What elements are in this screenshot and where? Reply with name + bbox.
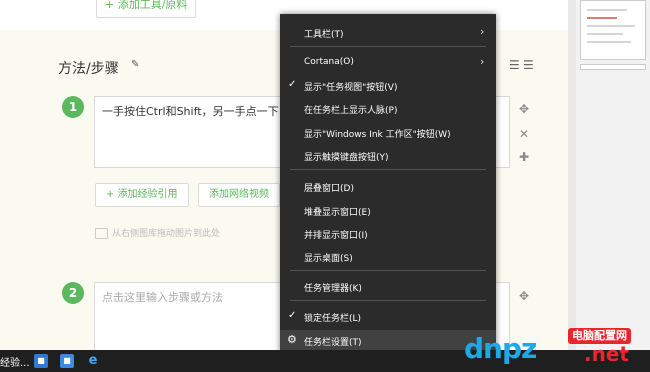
menu-separator bbox=[290, 46, 486, 47]
watermark-brand: dnpz bbox=[464, 332, 537, 365]
menu-item-lock-taskbar[interactable]: ✓ 锁定任务栏(L) bbox=[280, 306, 496, 326]
menu-item-label: 锁定任务栏(L) bbox=[304, 314, 362, 324]
menu-item-label: 并排显示窗口(I) bbox=[304, 231, 368, 241]
add-experience-button[interactable]: + 添加经验引用 bbox=[95, 183, 189, 207]
image-thumbnail[interactable] bbox=[580, 64, 646, 70]
add-step-icon[interactable]: ✚ bbox=[517, 150, 531, 164]
image-drop-hint: 从右侧图库拖动图片到此处 bbox=[95, 226, 220, 239]
menu-item-label: 显示触摸键盘按钮(Y) bbox=[304, 153, 389, 163]
menu-item-label: 工具栏(T) bbox=[304, 30, 344, 40]
checkmark-icon: ✓ bbox=[288, 310, 297, 321]
move-icon[interactable]: ✥ bbox=[517, 102, 531, 116]
menu-separator bbox=[290, 300, 486, 301]
menu-item-label: 堆叠显示窗口(E) bbox=[304, 208, 371, 218]
menu-item-toolbars[interactable]: 工具栏(T) › bbox=[280, 22, 496, 42]
step-number-2: 2 bbox=[62, 282, 84, 304]
menu-item-task-view-button[interactable]: ✓ 显示"任务视图"按钮(V) bbox=[280, 75, 496, 95]
move-icon[interactable]: ✥ bbox=[517, 289, 531, 303]
list-view-icon[interactable]: ☰ bbox=[509, 58, 520, 72]
image-icon bbox=[95, 228, 108, 239]
menu-item-show-desktop[interactable]: 显示桌面(S) bbox=[280, 246, 496, 266]
menu-item-touch-keyboard[interactable]: 显示触摸键盘按钮(Y) bbox=[280, 145, 496, 165]
gear-icon: ⚙ bbox=[287, 333, 297, 346]
watermark-domain: .net bbox=[584, 342, 629, 366]
menu-item-label: Cortana(O) bbox=[304, 57, 354, 67]
step-number-1: 1 bbox=[62, 96, 84, 118]
menu-item-label: 显示桌面(S) bbox=[304, 254, 353, 264]
page-scrollbar[interactable] bbox=[568, 0, 576, 350]
menu-separator bbox=[290, 169, 486, 170]
menu-item-label: 显示"任务视图"按钮(V) bbox=[304, 83, 398, 93]
delete-icon[interactable]: ✕ bbox=[517, 127, 531, 141]
menu-item-show-people[interactable]: 在任务栏上显示人脉(P) bbox=[280, 98, 496, 118]
menu-item-task-manager[interactable]: 任务管理器(K) bbox=[280, 276, 496, 296]
watermark-logo: dnpz 电脑配置网 .net bbox=[464, 328, 642, 370]
step-1-text: 一手按住Ctrl和Shift，另一手点一下 bbox=[102, 105, 279, 118]
menu-item-label: 显示"Windows Ink 工作区"按钮(W) bbox=[304, 130, 451, 140]
menu-item-label: 任务栏设置(T) bbox=[304, 338, 362, 348]
add-tool-button[interactable]: + 添加工具/原料 bbox=[96, 0, 197, 18]
app-icon[interactable]: ■ bbox=[34, 354, 48, 368]
step-2-placeholder: 点击这里输入步骤或方法 bbox=[102, 291, 223, 304]
menu-item-cortana[interactable]: Cortana(O) › bbox=[280, 52, 496, 72]
pencil-icon[interactable]: ✎ bbox=[131, 59, 139, 70]
chevron-right-icon: › bbox=[480, 25, 485, 38]
menu-item-label: 任务管理器(K) bbox=[304, 284, 362, 294]
menu-separator bbox=[290, 270, 486, 271]
image-library-panel bbox=[576, 0, 650, 350]
internet-explorer-icon[interactable]: e bbox=[86, 354, 100, 368]
image-hint-text: 从右侧图库拖动图片到此处 bbox=[112, 229, 221, 239]
checkmark-icon: ✓ bbox=[288, 79, 297, 90]
app-icon[interactable]: ■ bbox=[60, 354, 74, 368]
add-web-video-button[interactable]: 添加网络视频 bbox=[198, 183, 280, 207]
menu-item-cascade-windows[interactable]: 层叠窗口(D) bbox=[280, 176, 496, 196]
taskbar-window-label[interactable]: 经验... bbox=[0, 354, 30, 369]
menu-item-windows-ink[interactable]: 显示"Windows Ink 工作区"按钮(W) bbox=[280, 122, 496, 142]
section-title: 方法/步骤 bbox=[58, 61, 119, 77]
taskbar-context-menu: 工具栏(T) › Cortana(O) › ✓ 显示"任务视图"按钮(V) 在任… bbox=[280, 14, 496, 354]
menu-item-side-by-side[interactable]: 并排显示窗口(I) bbox=[280, 223, 496, 243]
chevron-right-icon: › bbox=[480, 55, 485, 68]
list-view-alt-icon[interactable]: ☰ bbox=[523, 58, 534, 72]
image-thumbnail[interactable] bbox=[580, 0, 646, 60]
menu-item-stack-windows[interactable]: 堆叠显示窗口(E) bbox=[280, 200, 496, 220]
menu-item-label: 在任务栏上显示人脉(P) bbox=[304, 106, 398, 116]
menu-item-label: 层叠窗口(D) bbox=[304, 184, 354, 194]
